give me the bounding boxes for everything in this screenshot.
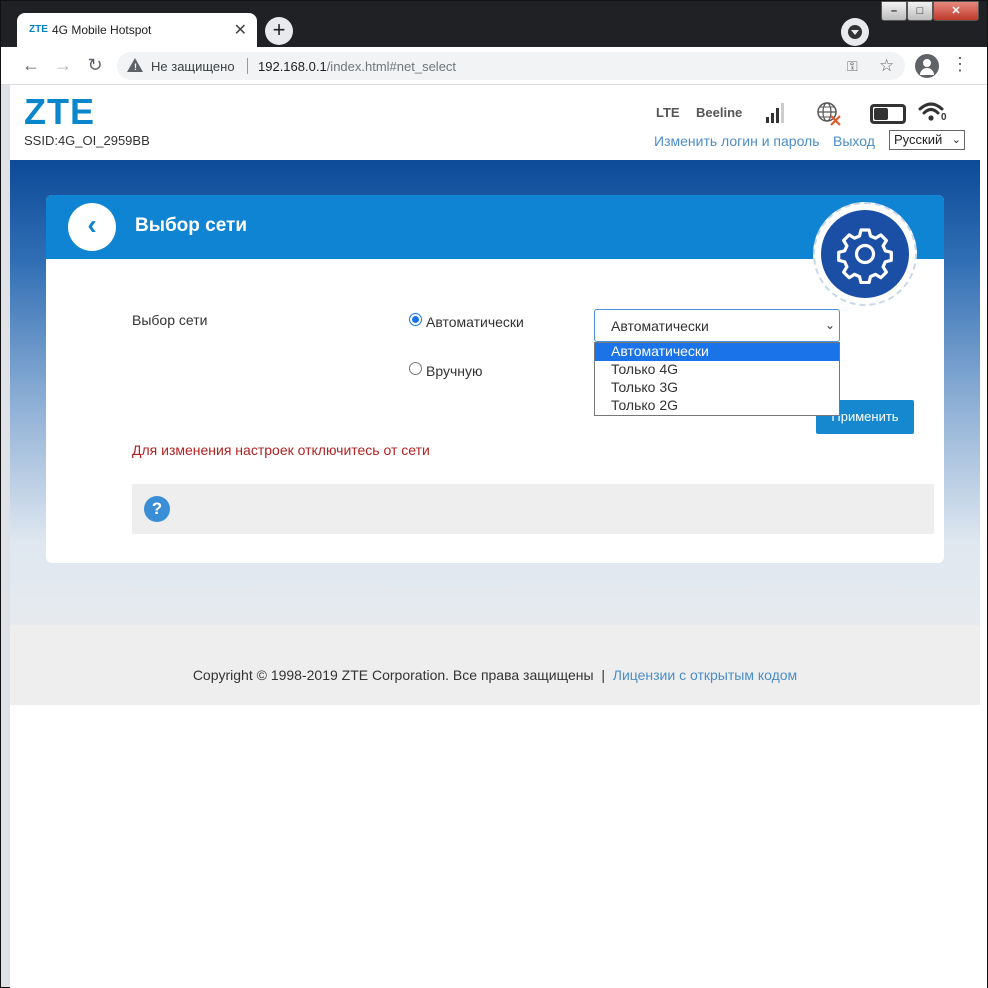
browser-toolbar: ← → ↻ ! Не защищено 192.168.0.1/index.ht… xyxy=(1,47,987,85)
address-bar[interactable]: ! Не защищено 192.168.0.1/index.html#net… xyxy=(117,52,905,80)
gear-icon xyxy=(837,228,893,284)
router-page: ZTE SSID:4G_OI_2959BB LTE Beeline 0 Изме… xyxy=(10,85,980,988)
network-mode-selected: Автоматически xyxy=(611,318,709,334)
tab-search-icon[interactable] xyxy=(841,18,869,46)
open-source-license-link[interactable]: Лицензии с открытым кодом xyxy=(613,667,797,683)
tab-title: 4G Mobile Hotspot xyxy=(52,23,152,37)
footer-separator: | xyxy=(601,667,605,683)
radio-manual-label[interactable]: Вручную xyxy=(426,363,483,379)
help-box: ? xyxy=(132,484,934,534)
page-footer: Copyright © 1998-2019 ZTE Corporation. В… xyxy=(10,667,980,683)
zte-favicon-icon: ZTE xyxy=(29,24,48,35)
wifi-client-count: 0 xyxy=(941,112,947,123)
url-text[interactable]: 192.168.0.1/index.html#net_select xyxy=(258,59,456,74)
ssid-label: SSID:4G_OI_2959BB xyxy=(24,133,150,148)
network-mode-dropdown: Автоматически Только 4G Только 3G Только… xyxy=(594,342,840,416)
footer-background xyxy=(10,625,980,705)
copyright-text: Copyright © 1998-2019 ZTE Corporation. В… xyxy=(192,667,594,683)
chevron-down-icon: ⌄ xyxy=(824,318,835,332)
change-login-link[interactable]: Изменить логин и пароль xyxy=(654,133,820,149)
language-select[interactable]: Русский ⌄ xyxy=(889,130,965,150)
close-window-button[interactable]: ✕ xyxy=(933,1,979,21)
dropdown-option-4g[interactable]: Только 4G xyxy=(595,361,839,379)
tab-strip: ZTE 4G Mobile Hotspot ✕ + – □ ✕ xyxy=(1,1,987,47)
network-select-card: ‹ Выбор сети Выбор сети Автоматически Вр… xyxy=(46,195,944,563)
card-title: Выбор сети xyxy=(135,215,248,236)
account-icon[interactable] xyxy=(915,54,939,78)
back-button[interactable]: ‹ xyxy=(68,203,116,251)
chevron-down-icon: ⌄ xyxy=(951,134,961,146)
language-selected: Русский xyxy=(894,132,943,147)
settings-badge xyxy=(813,202,917,306)
network-type: LTE xyxy=(656,105,680,120)
address-separator xyxy=(247,58,248,74)
page-header: ZTE SSID:4G_OI_2959BB LTE Beeline 0 Изме… xyxy=(10,85,980,160)
browser-tab[interactable]: ZTE 4G Mobile Hotspot ✕ xyxy=(17,13,257,47)
security-status[interactable]: Не защищено xyxy=(151,59,235,74)
bookmark-star-icon[interactable]: ☆ xyxy=(879,56,894,76)
logout-link[interactable]: Выход xyxy=(833,133,875,149)
dropdown-option-auto[interactable]: Автоматически xyxy=(595,343,839,361)
maximize-button[interactable]: □ xyxy=(907,1,933,21)
card-header: ‹ Выбор сети xyxy=(46,195,944,259)
new-tab-button[interactable]: + xyxy=(265,17,293,45)
back-arrow-icon[interactable]: ← xyxy=(20,55,42,77)
operator-name: Beeline xyxy=(696,105,743,120)
scrollbar-track[interactable] xyxy=(980,85,987,988)
network-select-label: Выбор сети xyxy=(132,312,208,328)
network-mode-select[interactable]: Автоматически ⌄ xyxy=(594,309,840,342)
battery-icon xyxy=(870,104,906,124)
key-icon[interactable]: ⚿ xyxy=(847,58,858,75)
browser-window: ZTE 4G Mobile Hotspot ✕ + – □ ✕ ← → ↻ ! … xyxy=(0,0,988,988)
minimize-button[interactable]: – xyxy=(881,1,907,21)
zte-logo: ZTE xyxy=(24,91,95,132)
close-tab-icon[interactable]: ✕ xyxy=(234,20,247,40)
globe-disconnected-icon xyxy=(817,102,841,126)
radio-automatic-label[interactable]: Автоматически xyxy=(426,314,524,330)
radio-manual[interactable] xyxy=(409,362,422,375)
forward-arrow-icon[interactable]: → xyxy=(52,55,74,77)
disconnect-warning: Для изменения настроек отключитесь от се… xyxy=(132,442,430,458)
help-icon[interactable]: ? xyxy=(144,496,170,522)
signal-strength-icon xyxy=(766,101,792,123)
menu-kebab-icon[interactable]: ⋮ xyxy=(951,55,969,73)
reload-icon[interactable]: ↻ xyxy=(84,55,106,77)
radio-automatic[interactable] xyxy=(409,313,422,326)
dropdown-option-2g[interactable]: Только 2G xyxy=(595,397,839,415)
dropdown-option-3g[interactable]: Только 3G xyxy=(595,379,839,397)
